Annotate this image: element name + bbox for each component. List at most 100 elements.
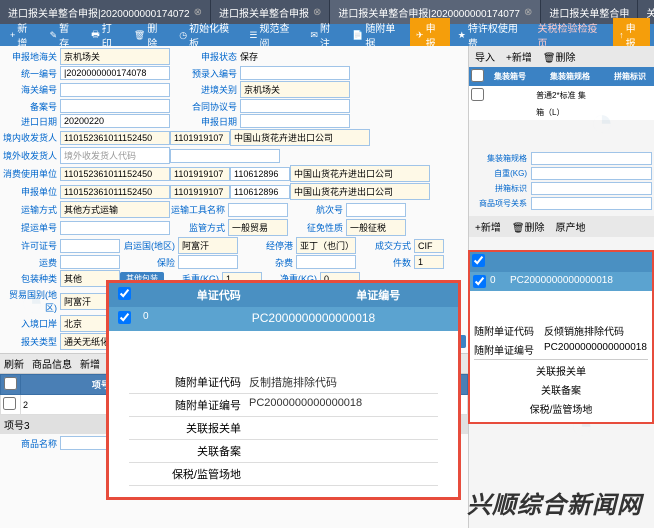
freight-label: 运费 <box>2 256 60 269</box>
import-date-label: 进口日期 <box>2 115 60 128</box>
agent-social[interactable]: 110612896 <box>230 185 290 199</box>
record-no-field[interactable] <box>60 99 170 113</box>
select-all-checkbox[interactable] <box>471 69 484 82</box>
pieces-label: 件数 <box>356 256 414 269</box>
insure-field[interactable] <box>178 255 238 269</box>
entry-port-label: 入境口岸 <box>2 317 60 330</box>
select-all-checkbox[interactable] <box>4 377 17 390</box>
levy-label: 征免性质 <box>288 221 346 234</box>
domestic-code[interactable]: 110152361011152450 <box>60 131 170 145</box>
transport-field[interactable]: 其他方式运输 <box>60 201 170 218</box>
declare-port-field[interactable]: 京机场关 <box>60 48 170 65</box>
toolbar: +新增 ✎暂存 🖶打印 🗑删除 ◷初始化模板 ☰规范查阅 ✉附注 📄随附单据 ✈… <box>0 24 654 46</box>
declare-status-value: 保存 <box>240 50 258 63</box>
checkbox[interactable] <box>472 254 485 267</box>
consumer-social[interactable]: 110612896 <box>230 167 290 181</box>
row-checkbox[interactable] <box>3 397 16 410</box>
container-grid: 集装箱号 集装箱规格 拼箱标识 普通2*标准 集 箱（L） <box>469 67 654 120</box>
table-row[interactable]: 箱（L） <box>469 105 654 120</box>
declare-date-label: 申报日期 <box>170 115 240 128</box>
callout-row[interactable]: 0 PC2000000000000018 <box>109 307 458 331</box>
foreign-name[interactable] <box>170 149 280 163</box>
domestic-name[interactable]: 中国山货花卉进出口公司 <box>230 129 370 146</box>
import-type-label: 进境关别 <box>170 83 240 96</box>
right-del-button[interactable]: 🗑删除 <box>539 48 580 65</box>
right-del2[interactable]: 🗑删除 <box>508 218 549 235</box>
watermark: 兴顺综合新闻网 <box>467 485 642 520</box>
close-icon[interactable]: ⊗ <box>524 7 532 18</box>
misc-label: 杂费 <box>238 256 296 269</box>
trade-country-label: 贸易国别(地区) <box>2 288 60 314</box>
levy-field[interactable]: 一般征税 <box>346 219 406 236</box>
customs-no-field[interactable] <box>60 83 170 97</box>
pre-entry-label: 预录入编号 <box>170 67 240 80</box>
supervise-field[interactable] <box>60 221 170 235</box>
add-button[interactable]: 新增 <box>80 356 100 371</box>
contract-field[interactable] <box>240 99 350 113</box>
callout-right: 0 PC2000000000000018 随附单证代码反倾销施排除代码 随附单证… <box>468 250 654 424</box>
tool-field[interactable] <box>228 203 288 217</box>
exempt-label: 监管方式 <box>170 221 228 234</box>
col-no: 单证编号 <box>299 283 459 307</box>
stop-field[interactable]: 亚丁（也门） <box>296 237 356 254</box>
exempt-field[interactable]: 一般贸易 <box>228 219 288 236</box>
agent-name[interactable]: 中国山货花卉进出口公司 <box>290 183 430 200</box>
domestic-label: 境内收发货人 <box>2 131 60 144</box>
consumer-reg[interactable]: 1101919107 <box>170 167 230 181</box>
trade-field[interactable]: CIF <box>414 239 444 253</box>
callout-main: 单证代码 单证编号 0 PC2000000000000018 随附单证代码反制措… <box>106 280 461 500</box>
import-type-field[interactable]: 京机场关 <box>240 81 350 98</box>
close-icon[interactable]: ⊗ <box>194 7 202 18</box>
supervise-label: 提运单号 <box>2 221 60 234</box>
agent-label: 申报单位 <box>2 185 60 198</box>
record-no-label: 备案号 <box>2 100 60 113</box>
agent-code[interactable]: 110152361011152450 <box>60 185 170 199</box>
customs-no-label: 海关编号 <box>2 83 60 96</box>
import-button[interactable]: 导入 <box>471 48 499 65</box>
paperless-label: 报关类型 <box>2 335 60 348</box>
declare-date-field[interactable] <box>240 114 350 128</box>
item-num: 项号3 <box>4 417 30 432</box>
freight-field[interactable] <box>60 255 120 269</box>
voyage-label: 航次号 <box>288 203 346 216</box>
row-checkbox[interactable] <box>118 311 131 324</box>
stop-label: 经停港 <box>238 239 296 252</box>
foreign-label: 境外收发货人 <box>2 149 60 162</box>
transport-label: 运输方式 <box>2 203 60 216</box>
permit-label: 许可证号 <box>2 239 60 252</box>
permit-field[interactable] <box>60 239 120 253</box>
declare-port-label: 申报地海关 <box>2 50 60 63</box>
row-checkbox[interactable] <box>471 88 484 101</box>
refresh-button[interactable]: 刷新 <box>4 356 24 371</box>
consumer-name[interactable]: 中国山货花卉进出口公司 <box>290 165 430 182</box>
right-add-button[interactable]: +新增 <box>502 48 536 65</box>
agent-reg[interactable]: 1101919107 <box>170 185 230 199</box>
right-add2[interactable]: +新增 <box>471 218 505 235</box>
voyage-field[interactable] <box>346 203 406 217</box>
tool-label: 运输工具名称 <box>170 203 228 216</box>
depart-label: 启运国(地区) <box>120 239 178 252</box>
goods-name-label: 商品名称 <box>2 437 60 450</box>
contract-label: 合同协议号 <box>170 100 240 113</box>
origin-button[interactable]: 原产地 <box>552 218 590 235</box>
pack-label: 包装种类 <box>2 272 60 285</box>
consumer-label: 消费使用单位 <box>2 167 60 180</box>
table-row[interactable]: 普通2*标准 集 <box>469 86 654 105</box>
depart-field[interactable]: 阿富汗 <box>178 237 238 254</box>
col-code: 单证代码 <box>139 283 299 307</box>
domestic-reg[interactable]: 1101919107 <box>170 131 230 145</box>
declare-status-label: 申报状态 <box>170 50 240 63</box>
unified-no-field[interactable]: |2020000000174078 <box>60 66 170 80</box>
foreign-code[interactable]: 境外收发货人代码 <box>60 147 170 164</box>
checkbox[interactable] <box>118 287 131 300</box>
pre-entry-field[interactable] <box>240 66 350 80</box>
misc-field[interactable] <box>296 255 356 269</box>
close-icon[interactable]: ⊗ <box>313 7 321 18</box>
row-checkbox[interactable] <box>473 275 486 288</box>
pieces-field[interactable]: 1 <box>414 255 444 269</box>
trade-label: 成交方式 <box>356 239 414 252</box>
import-date-field[interactable]: 20200220 <box>60 114 170 128</box>
consumer-code[interactable]: 110152361011152450 <box>60 167 170 181</box>
goods-button[interactable]: 商品信息 <box>32 356 72 371</box>
unified-no-label: 统一编号 <box>2 67 60 80</box>
